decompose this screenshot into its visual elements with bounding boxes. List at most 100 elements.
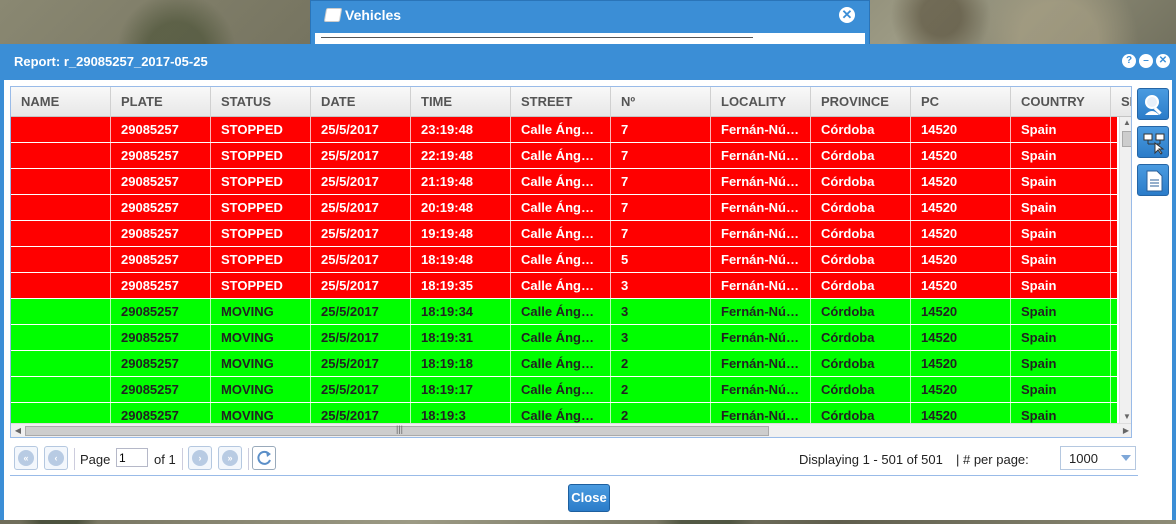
- column-header-sp[interactable]: SP: [1111, 87, 1131, 117]
- cell-country: Spain: [1011, 377, 1111, 402]
- scroll-left-icon[interactable]: ◀: [11, 424, 25, 437]
- cell-country: Spain: [1011, 143, 1111, 168]
- cell-time: 23:19:48: [411, 117, 511, 142]
- cell-date: 25/5/2017: [311, 195, 411, 220]
- cell-pc: 14520: [911, 325, 1011, 350]
- table-row[interactable]: 29085257 STOPPED 25/5/2017 18:19:48 Calle Án…: [11, 247, 1117, 273]
- vehicles-window-title[interactable]: Vehicles: [323, 7, 401, 23]
- scroll-down-icon[interactable]: ▼: [1120, 411, 1131, 423]
- cell-locality: Fernán-Nú…: [711, 117, 811, 142]
- cell-name: [11, 195, 111, 220]
- cell-name: [11, 221, 111, 246]
- cell-date: 25/5/2017: [311, 299, 411, 324]
- table-row[interactable]: 29085257 MOVING 25/5/2017 18:19:18 Calle Áng…: [11, 351, 1117, 377]
- search-vehicle-icon: [1145, 95, 1162, 115]
- cell-date: 25/5/2017: [311, 273, 411, 298]
- column-header-number[interactable]: Nº: [611, 87, 711, 117]
- cell-time: 18:19:31: [411, 325, 511, 350]
- cell-pc: 14520: [911, 221, 1011, 246]
- table-row[interactable]: 29085257 MOVING 25/5/2017 18:19:31 Calle Áng…: [11, 325, 1117, 351]
- cell-time: 18:19:35: [411, 273, 511, 298]
- report-grid: NAME PLATE STATUS DATE TIME STREET Nº LOCALITY P…: [10, 86, 1132, 438]
- cell-street: Calle Áng…: [511, 299, 611, 324]
- column-header-street[interactable]: STREET: [511, 87, 611, 117]
- table-row[interactable]: 29085257 STOPPED 25/5/2017 20:19:48 Calle Án…: [11, 195, 1117, 221]
- report-window-title[interactable]: Report: r_29085257_2017-05-25: [14, 54, 208, 69]
- column-header-locality[interactable]: LOCALITY: [711, 87, 811, 117]
- cell-pc: 14520: [911, 143, 1011, 168]
- last-page-button[interactable]: »: [218, 446, 242, 470]
- column-header-name[interactable]: NAME: [11, 87, 111, 117]
- cell-plate: 29085257: [111, 143, 211, 168]
- cell-plate: 29085257: [111, 351, 211, 376]
- cell-country: Spain: [1011, 273, 1111, 298]
- chevron-down-icon[interactable]: [1121, 455, 1131, 461]
- vertical-scrollbar[interactable]: ▲ ▼: [1119, 117, 1131, 423]
- cell-date: 25/5/2017: [311, 143, 411, 168]
- cell-status: STOPPED: [211, 143, 311, 168]
- cell-province: Córdoba: [811, 169, 911, 194]
- cell-country: Spain: [1011, 299, 1111, 324]
- cell-number: 2: [611, 377, 711, 402]
- column-header-province[interactable]: PROVINCE: [811, 87, 911, 117]
- column-header-plate[interactable]: PLATE: [111, 87, 211, 117]
- window-tools: ? – ✕: [1122, 54, 1170, 68]
- table-row[interactable]: 29085257 MOVING 25/5/2017 18:19:17 Calle Áng…: [11, 377, 1117, 403]
- help-icon[interactable]: ?: [1122, 54, 1136, 68]
- cell-country: Spain: [1011, 195, 1111, 220]
- scroll-up-icon[interactable]: ▲: [1120, 117, 1131, 129]
- column-header-status[interactable]: STATUS: [211, 87, 311, 117]
- cell-street: Calle Áng…: [511, 273, 611, 298]
- scroll-thumb[interactable]: |||: [25, 424, 769, 436]
- document-report-button[interactable]: [1137, 164, 1169, 196]
- vehicles-window: Vehicles ✕: [310, 0, 870, 47]
- cell-pc: 14520: [911, 117, 1011, 142]
- select-network-button[interactable]: [1137, 126, 1169, 158]
- cell-locality: Fernán-Nú…: [711, 273, 811, 298]
- cell-number: 7: [611, 221, 711, 246]
- prev-page-button[interactable]: ‹: [44, 446, 68, 470]
- column-header-time[interactable]: TIME: [411, 87, 511, 117]
- cell-time: 19:19:48: [411, 221, 511, 246]
- cell-time: 22:19:48: [411, 143, 511, 168]
- cell-status: MOVING: [211, 377, 311, 402]
- cell-province: Córdoba: [811, 325, 911, 350]
- cell-pc: 14520: [911, 273, 1011, 298]
- cell-pc: 14520: [911, 195, 1011, 220]
- vehicle-card-icon: [323, 8, 343, 22]
- minimize-icon[interactable]: –: [1139, 54, 1153, 68]
- cell-status: STOPPED: [211, 221, 311, 246]
- scroll-right-icon[interactable]: ▶: [1119, 424, 1131, 437]
- table-row[interactable]: 29085257 STOPPED 25/5/2017 18:19:35 Calle Án…: [11, 273, 1117, 299]
- table-row[interactable]: 29085257 STOPPED 25/5/2017 19:19:48 Calle Án…: [11, 221, 1117, 247]
- horizontal-scrollbar[interactable]: ◀ ||| ▶: [11, 423, 1131, 437]
- column-header-pc[interactable]: PC: [911, 87, 1011, 117]
- page-number-input[interactable]: [116, 448, 148, 467]
- refresh-icon: [257, 450, 271, 465]
- table-row[interactable]: 29085257 STOPPED 25/5/2017 22:19:48 Calle Án…: [11, 143, 1117, 169]
- first-page-button[interactable]: «: [14, 446, 38, 470]
- column-header-date[interactable]: DATE: [311, 87, 411, 117]
- cell-pc: 14520: [911, 247, 1011, 272]
- cell-name: [11, 247, 111, 272]
- table-row[interactable]: 29085257 STOPPED 25/5/2017 23:19:48 Calle Án…: [11, 117, 1117, 143]
- next-page-icon: ›: [192, 450, 208, 466]
- per-page-select[interactable]: 1000: [1060, 446, 1136, 470]
- cell-name: [11, 351, 111, 376]
- cell-date: 25/5/2017: [311, 221, 411, 246]
- refresh-button[interactable]: [252, 446, 276, 470]
- cell-locality: Fernán-Nú…: [711, 351, 811, 376]
- search-vehicle-button[interactable]: [1137, 88, 1169, 120]
- table-row[interactable]: 29085257 MOVING 25/5/2017 18:19:34 Calle Áng…: [11, 299, 1117, 325]
- table-row[interactable]: 29085257 STOPPED 25/5/2017 21:19:48 Calle Án…: [11, 169, 1117, 195]
- cell-status: STOPPED: [211, 247, 311, 272]
- cell-pc: 14520: [911, 169, 1011, 194]
- close-icon[interactable]: ✕: [839, 7, 855, 23]
- close-icon[interactable]: ✕: [1156, 54, 1170, 68]
- next-page-button[interactable]: ›: [188, 446, 212, 470]
- cell-date: 25/5/2017: [311, 169, 411, 194]
- column-header-country[interactable]: COUNTRY: [1011, 87, 1111, 117]
- grid-header: NAME PLATE STATUS DATE TIME STREET Nº LOCALITY P…: [11, 87, 1131, 117]
- scroll-thumb[interactable]: [1122, 131, 1131, 147]
- close-button[interactable]: Close: [568, 484, 610, 512]
